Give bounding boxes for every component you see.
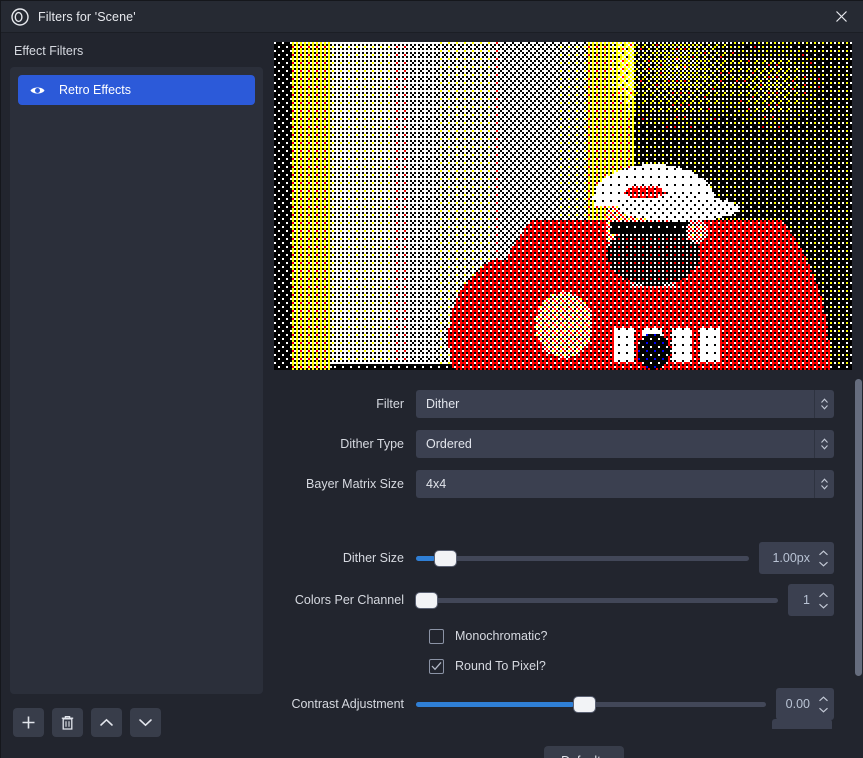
- property-row-monochromatic: Monochromatic?: [274, 624, 547, 648]
- filter-combobox[interactable]: Dither: [416, 390, 834, 418]
- chevron-updown-icon[interactable]: [814, 470, 834, 498]
- properties-scroll-area: Filter Dither Dither Type Ordered Bayer …: [274, 378, 852, 729]
- chevron-up-icon: [818, 695, 828, 701]
- filters-dialog: Filters for 'Scene' Effect Filters Retro…: [0, 0, 863, 758]
- contrast-adjustment-slider[interactable]: [416, 693, 766, 715]
- preview-canvas: [274, 42, 852, 370]
- contrast-adjustment-spinbox[interactable]: 0.00: [776, 688, 834, 720]
- slider-handle[interactable]: [573, 697, 595, 712]
- property-row-dither-type: Dither Type Ordered: [274, 430, 834, 458]
- colors-per-channel-spinbox[interactable]: 1: [788, 584, 834, 616]
- chevron-updown-icon[interactable]: [814, 430, 834, 458]
- monochromatic-checkbox[interactable]: [429, 628, 444, 644]
- slider-track: [416, 556, 749, 561]
- properties-scrollbar-thumb[interactable]: [855, 379, 862, 676]
- defaults-button[interactable]: Defaults: [544, 746, 624, 758]
- colors-per-channel-slider[interactable]: [416, 589, 778, 611]
- chevron-down-icon: [818, 603, 828, 609]
- filter-preview: [274, 42, 852, 370]
- colors-per-channel-spinbox-value: 1: [803, 593, 810, 607]
- round-to-pixel-label: Round To Pixel?: [455, 659, 546, 673]
- property-row-bayer-matrix-size: Bayer Matrix Size 4x4: [274, 470, 834, 498]
- chevron-updown-icon[interactable]: [814, 390, 834, 418]
- move-filter-up-button[interactable]: [91, 708, 122, 737]
- filter-list[interactable]: Retro Effects: [10, 67, 263, 694]
- checkmark-icon: [431, 661, 442, 671]
- chevron-down-icon: [818, 561, 828, 567]
- dither-size-spinbox-value: 1.00px: [772, 551, 810, 565]
- clipped-spinbox: [772, 719, 832, 729]
- round-to-pixel-checkbox[interactable]: [429, 658, 444, 674]
- move-filter-down-button[interactable]: [130, 708, 161, 737]
- monochromatic-label: Monochromatic?: [455, 629, 548, 643]
- dither-size-label: Dither Size: [342, 551, 404, 565]
- effect-filters-heading: Effect Filters: [14, 44, 84, 58]
- filter-list-toolbar: [13, 708, 161, 737]
- title-bar: Filters for 'Scene': [1, 1, 863, 33]
- add-filter-button[interactable]: [13, 708, 44, 737]
- list-item[interactable]: Retro Effects: [18, 75, 255, 105]
- slider-fill: [416, 556, 435, 561]
- spinbox-arrows[interactable]: [816, 542, 834, 574]
- chevron-up-icon: [818, 591, 828, 597]
- spinbox-arrows[interactable]: [816, 584, 834, 616]
- bayer-matrix-size-label: Bayer Matrix Size: [306, 477, 404, 491]
- remove-filter-button[interactable]: [52, 708, 83, 737]
- property-row-contrast-adjustment: Contrast Adjustment 0.00: [274, 688, 834, 720]
- contrast-adjustment-spinbox-value: 0.00: [785, 697, 810, 711]
- bayer-matrix-size-combobox-value: 4x4: [426, 477, 447, 491]
- list-item-label: Retro Effects: [59, 83, 132, 97]
- eye-icon[interactable]: [29, 82, 46, 99]
- effect-filters-panel: Effect Filters Retro Effects: [1, 33, 271, 758]
- filter-combobox-value: Dither: [426, 397, 460, 411]
- spinbox-arrows[interactable]: [816, 688, 834, 720]
- contrast-adjustment-label: Contrast Adjustment: [291, 697, 404, 711]
- dither-type-label: Dither Type: [340, 437, 404, 451]
- dither-type-combobox-value: Ordered: [426, 437, 472, 451]
- chevron-up-icon: [818, 549, 828, 555]
- property-row-dither-size: Dither Size 1.00px: [274, 542, 834, 574]
- slider-fill: [416, 702, 574, 707]
- bayer-matrix-size-combobox[interactable]: 4x4: [416, 470, 834, 498]
- filter-label: Filter: [376, 397, 404, 411]
- window-close-button[interactable]: [818, 1, 863, 32]
- slider-handle[interactable]: [416, 593, 437, 608]
- slider-track: [416, 598, 778, 603]
- property-row-colors-per-channel: Colors Per Channel 1: [274, 584, 834, 616]
- obs-logo-icon: [11, 7, 29, 26]
- colors-per-channel-label: Colors Per Channel: [294, 593, 404, 607]
- dither-size-slider[interactable]: [416, 547, 749, 569]
- property-row-round-to-pixel: Round To Pixel?: [274, 654, 546, 678]
- dither-type-combobox[interactable]: Ordered: [416, 430, 834, 458]
- chevron-down-icon: [818, 707, 828, 713]
- dither-size-spinbox[interactable]: 1.00px: [759, 542, 834, 574]
- property-row-filter: Filter Dither: [274, 390, 834, 418]
- dialog-button-bar: Defaults Close: [541, 735, 863, 758]
- properties-panel: Filter Dither Dither Type Ordered Bayer …: [271, 33, 863, 758]
- slider-handle[interactable]: [434, 551, 456, 566]
- window-title: Filters for 'Scene': [38, 9, 136, 24]
